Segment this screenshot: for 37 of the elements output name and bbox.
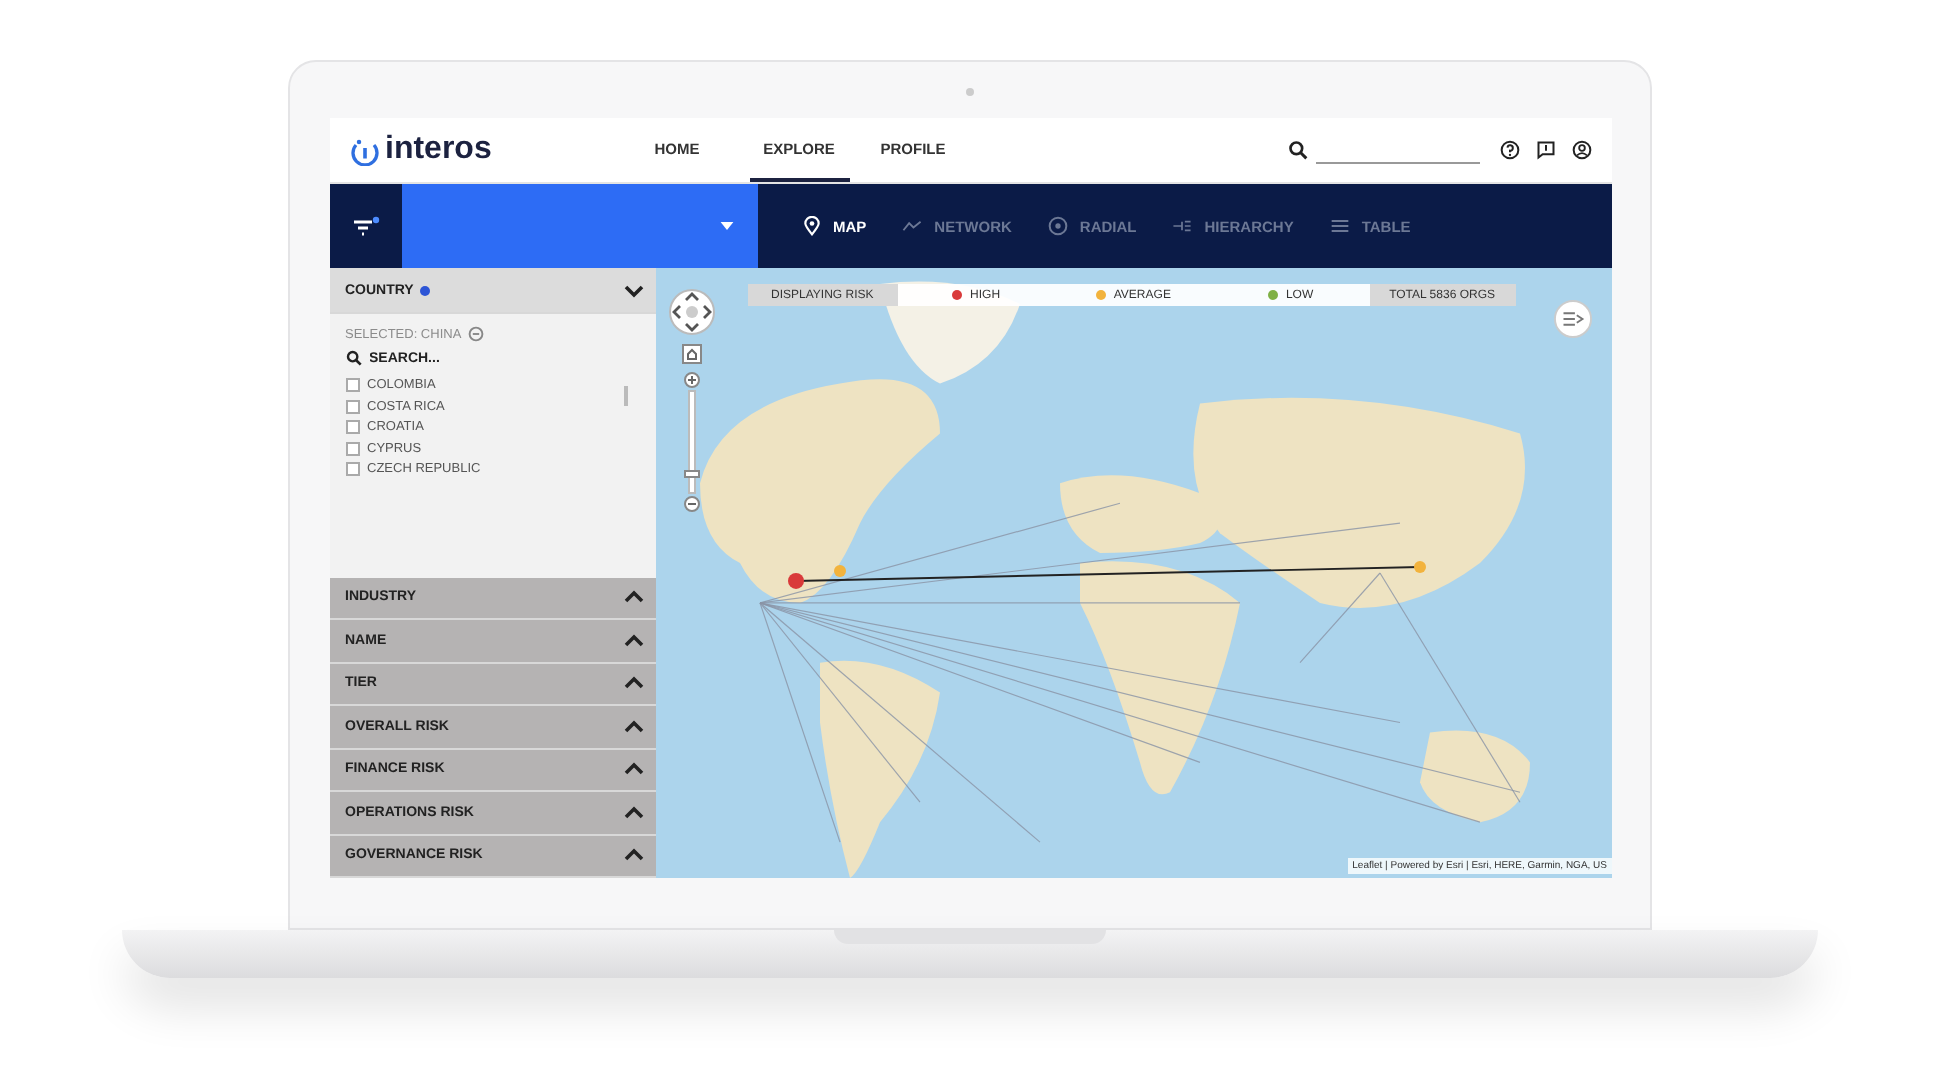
chevron-icon [623,283,643,297]
brand-name: interos [385,132,492,168]
chevron-icon [623,590,643,605]
checkbox[interactable] [345,378,359,392]
line-graph-icon [902,216,923,236]
chevron-icon [623,848,643,863]
hierarchy-icon [1172,216,1193,236]
pan-control-icon[interactable] [667,288,715,336]
search-icon[interactable] [345,350,361,366]
map-pin-icon [801,216,821,236]
zoom-slider[interactable] [683,372,699,512]
checkbox[interactable] [345,462,359,476]
remove-icon[interactable] [467,326,484,342]
caret-icon [719,222,733,230]
chevron-icon [623,719,643,734]
camera-icon [966,88,974,96]
chevron-icon [623,762,643,777]
indicator-dot [419,285,430,295]
filter-icon [351,216,379,236]
search-icon[interactable] [1287,140,1307,160]
radial-icon [1047,216,1068,236]
zoom-thumb[interactable] [683,469,699,477]
chevron-icon [623,676,643,691]
checkbox[interactable] [345,441,359,455]
scrollbar-thumb[interactable] [623,386,627,406]
logo-icon [349,135,379,165]
user-icon[interactable] [1571,140,1591,160]
home-icon[interactable] [681,344,701,364]
chevron-icon [623,805,643,820]
checkbox[interactable] [345,420,359,434]
list-icon [1329,216,1350,236]
help-icon[interactable] [1499,140,1519,160]
checkbox[interactable] [345,399,359,413]
dropdown-field[interactable] [401,184,757,268]
chevron-icon [623,633,643,648]
message-icon[interactable] [1535,140,1555,160]
layers-menu-icon[interactable] [1553,300,1591,338]
